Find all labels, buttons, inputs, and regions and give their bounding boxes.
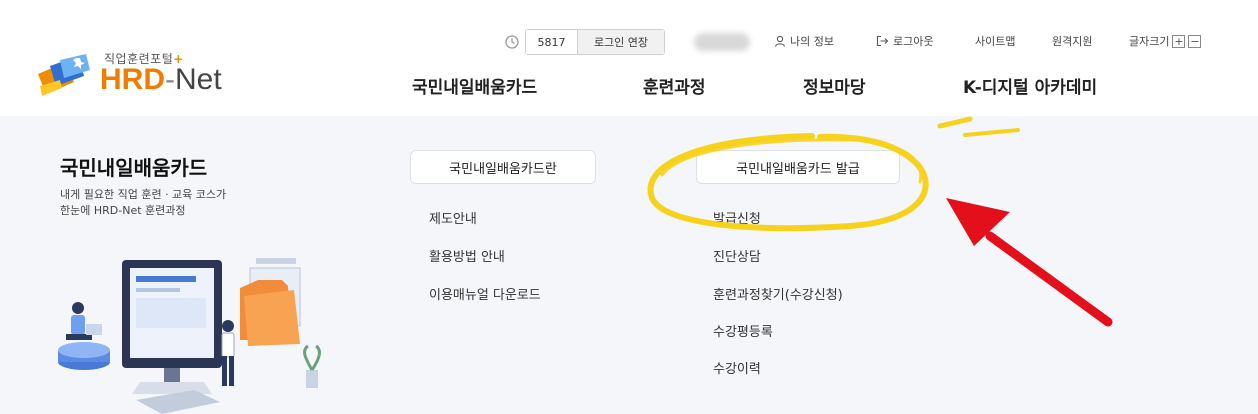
- font-increase-button[interactable]: +: [1172, 34, 1186, 48]
- course-search-link[interactable]: 훈련과정찾기(수강신청): [713, 284, 843, 303]
- usage-guide-link[interactable]: 활용방법 안내: [429, 246, 505, 265]
- hrd-net-logo[interactable]: 직업훈련포털+ HRD-Net: [36, 48, 246, 102]
- remote-support-label: 원격지원: [1052, 35, 1093, 48]
- nav-training-courses[interactable]: 훈련과정: [643, 73, 706, 98]
- naeil-card-intro-button[interactable]: 국민내일배움카드란: [410, 150, 596, 184]
- logo-hrd: HRD: [100, 63, 165, 96]
- policy-guide-link[interactable]: 제도안내: [429, 208, 477, 227]
- person-icon: [774, 35, 786, 47]
- panel-desc-line2: 한눈에 HRD-Net 훈련과정: [60, 204, 186, 217]
- logout-label: 로그아웃: [893, 35, 934, 48]
- logo-mark-icon: [38, 54, 90, 96]
- site-header: 직업훈련포털+ HRD-Net 5817 로그인 연장 나의 정보 로그아웃 사…: [0, 0, 1258, 116]
- panel-title: 국민내일배움카드: [60, 156, 208, 180]
- online-learning-illustration: [58, 258, 321, 414]
- sitemap-label: 사이트맵: [975, 35, 1016, 48]
- manual-download-link[interactable]: 이용매뉴얼 다운로드: [429, 284, 541, 303]
- nav-info-square[interactable]: 정보마당: [803, 73, 866, 98]
- remote-support-link[interactable]: 원격지원: [1052, 33, 1092, 49]
- logout-icon: [876, 35, 889, 47]
- font-size-control: 글자크기 + −: [1129, 33, 1202, 49]
- session-timer-count: 5817: [526, 30, 578, 54]
- panel-desc-line1: 내게 필요한 직업 훈련 · 교육 코스가: [60, 188, 227, 201]
- course-review-link[interactable]: 수강평등록: [713, 321, 773, 340]
- naeil-card-issue-button[interactable]: 국민내일배움카드 발급: [696, 150, 900, 184]
- session-timer: 5817 로그인 연장: [525, 29, 665, 55]
- panel-description: 내게 필요한 직업 훈련 · 교육 코스가 한눈에 HRD-Net 훈련과정: [60, 187, 226, 219]
- nav-k-digital-academy[interactable]: K-디지털 아카데미: [963, 73, 1097, 98]
- clock-icon: [505, 35, 519, 49]
- font-decrease-button[interactable]: −: [1188, 34, 1202, 48]
- font-size-label: 글자크기: [1129, 35, 1170, 48]
- mega-menu-panel: 국민내일배움카드 내게 필요한 직업 훈련 · 교육 코스가 한눈에 HRD-N…: [0, 116, 1258, 414]
- sitemap-link[interactable]: 사이트맵: [975, 33, 1015, 49]
- logout-link[interactable]: 로그아웃: [876, 33, 933, 49]
- logo-dash: -: [165, 63, 175, 96]
- diagnostic-consult-link[interactable]: 진단상담: [713, 246, 761, 265]
- nav-naeil-card[interactable]: 국민내일배움카드: [412, 73, 537, 98]
- course-history-link[interactable]: 수강이력: [713, 358, 761, 377]
- my-info-label: 나의 정보: [790, 35, 834, 48]
- login-extend-button[interactable]: 로그인 연장: [578, 30, 664, 54]
- my-info-link[interactable]: 나의 정보: [774, 33, 834, 49]
- issue-apply-link[interactable]: 발급신청: [713, 208, 761, 227]
- blurred-username: [694, 33, 750, 51]
- logo-net: Net: [175, 63, 222, 96]
- logo-wordmark: HRD-Net: [100, 62, 222, 98]
